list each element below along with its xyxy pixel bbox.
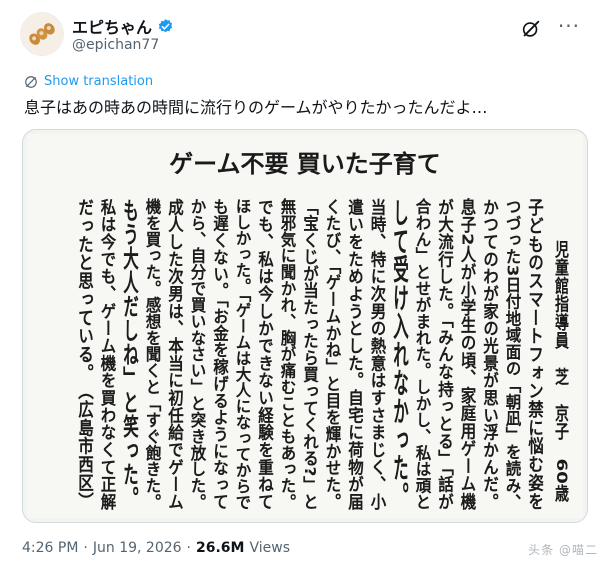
show-translation-label[interactable]: Show translation [44, 74, 153, 89]
display-name[interactable]: エピちゃん [72, 14, 152, 38]
article-column: から、自分で買いなさい」と突き放した。 [189, 198, 208, 510]
article-column: だったと思っている。 （広島市西区） [76, 198, 94, 510]
meta-separator: · [83, 540, 88, 556]
newspaper-clipping-image[interactable]: ゲーム不要 買いた子育て 児童館指導員 芝 京子 60歳 子どものスマートフォン… [22, 129, 588, 523]
article-column: 私は今でも、ゲーム機を買わなくて正解 [99, 198, 117, 512]
article-column: 「宝くじが当たったら買ってくれる?」と [301, 198, 319, 510]
show-translation-link[interactable]: Show translation [24, 74, 153, 89]
tweet-meta: 4:26 PM · Jun 19, 2026 · 26.6M Views [22, 540, 290, 556]
article-column: 息子2人が小学生の頃、家庭用ゲーム機 [459, 196, 477, 511]
tweet-text: 息子はあの時あの時間に流行りのゲームがやりたかったんだよ… [24, 98, 488, 117]
views-count: 26.6M [196, 540, 245, 556]
article-byline: 児童館指導員 芝 京子 60歳 [553, 240, 570, 504]
article-column: が大流行した。「みんな持っとる」「話が [436, 196, 455, 510]
meta-separator-2: · [186, 540, 191, 556]
article-column: 当時、特に次男の熱意はすさまじく、小 [369, 196, 387, 511]
article-column: 無邪気に聞かれ、胸が痛むこともあった。 [279, 197, 298, 510]
article-column: 合わん」とせがまれた。しかし、私は頑と [414, 197, 433, 511]
avatar-image [21, 13, 63, 55]
article-column: でも、私は今しかできない経験を重ねて [256, 198, 274, 510]
article-column: 成人した次男は、本当に初任給でゲーム [166, 196, 185, 510]
article-column: して受け入れなかった。 [391, 198, 409, 510]
tweet-header: エピちゃん @epichan77 ··· [20, 12, 588, 58]
watermark: 头条 @喵二 [528, 543, 598, 557]
more-options-icon[interactable]: ··· [558, 14, 580, 38]
user-handle[interactable]: @epichan77 [72, 37, 159, 53]
article-column: 遣いをためようとした。自宅に荷物が届 [346, 196, 364, 511]
article-body: 子どものスマートフォン禁に悩む姿をつづった3日付地域面の「朝凪」を読み、かつての… [76, 196, 544, 511]
article-column: くたび、「ゲームかね」と目を輝かせた。 [324, 198, 342, 510]
article-column: 機を買った。感想を聞くと「すぐ飽きた。 [144, 197, 163, 510]
avatar[interactable] [20, 12, 64, 56]
clipping-canvas: ゲーム不要 買いた子育て 児童館指導員 芝 京子 60歳 子どものスマートフォン… [23, 130, 587, 522]
article-column: かつてのわが家の光景が思い浮かんだ。 [481, 198, 500, 510]
article-column: もう大人だしね」と笑った。 [121, 197, 139, 510]
article-column: 子どものスマートフォン禁に悩む姿を [526, 198, 544, 511]
grok-icon[interactable] [520, 18, 542, 40]
name-row: エピちゃん [72, 14, 174, 38]
translate-icon [25, 75, 37, 88]
article-headline: ゲーム不要 買いた子育て [169, 150, 441, 178]
article-column: ほしかった。「ゲームは大人になってからで [234, 198, 252, 510]
tweet-date[interactable]: Jun 19, 2026 [93, 540, 182, 556]
tweet-time[interactable]: 4:26 PM [22, 540, 78, 556]
views-label: Views [249, 540, 291, 556]
verified-badge-icon [158, 18, 173, 32]
article-column: つづった3日付地域面の「朝凪」を読み、 [504, 198, 522, 510]
article-column: も遅くない。「お金を稼げるようになって [211, 198, 230, 511]
